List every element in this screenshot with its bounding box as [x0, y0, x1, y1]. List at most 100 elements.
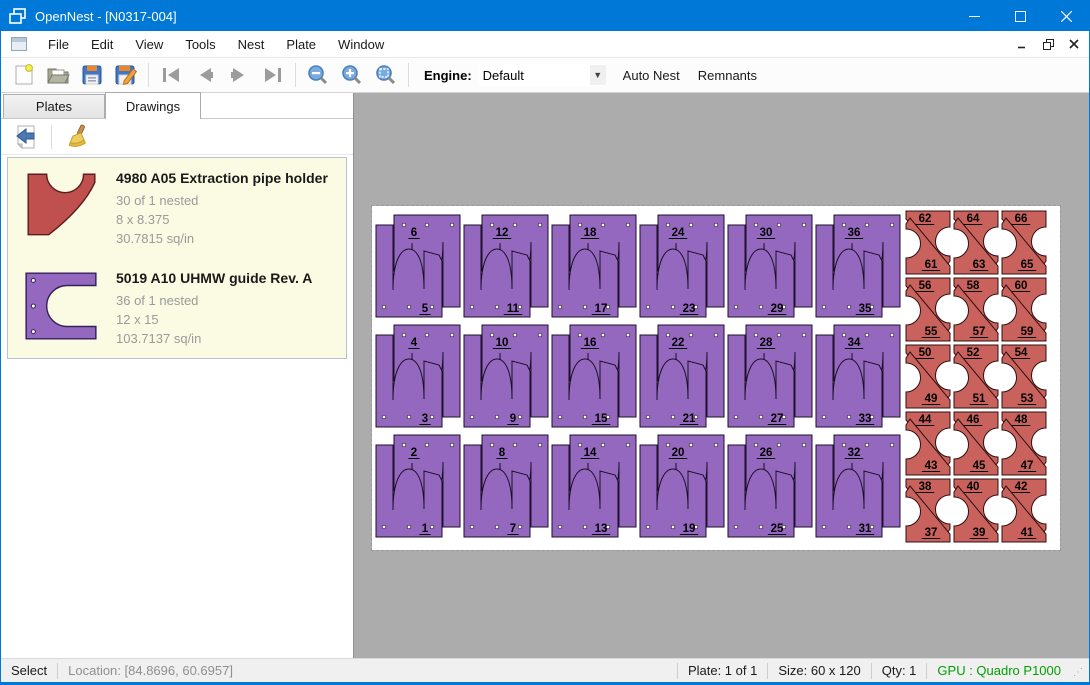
- purple-part-pair[interactable]: 3029: [728, 215, 812, 317]
- zoom-in-button[interactable]: [335, 60, 369, 90]
- svg-text:19: 19: [683, 523, 696, 535]
- purple-part-pair[interactable]: 109: [464, 325, 548, 427]
- svg-text:57: 57: [973, 326, 986, 338]
- status-mode: Select: [1, 663, 57, 678]
- new-file-button[interactable]: [7, 60, 41, 90]
- purple-part-pair[interactable]: 2423: [640, 215, 724, 317]
- go-first-button[interactable]: [154, 60, 188, 90]
- red-part-pair[interactable]: 4039: [954, 479, 998, 542]
- plate-sheet[interactable]: 6512111817242330293635431091615222128273…: [372, 206, 1060, 550]
- menu-view[interactable]: View: [124, 33, 174, 56]
- svg-text:36: 36: [848, 227, 861, 239]
- purple-part-pair[interactable]: 65: [376, 215, 460, 317]
- purple-part-pair[interactable]: 1817: [552, 215, 636, 317]
- svg-text:33: 33: [859, 413, 872, 425]
- purple-part-pair[interactable]: 3635: [816, 215, 900, 317]
- tab-drawings[interactable]: Drawings: [105, 92, 201, 119]
- purple-part-pair[interactable]: 21: [376, 435, 460, 537]
- svg-text:42: 42: [1015, 481, 1028, 493]
- purple-part-pair[interactable]: 2827: [728, 325, 812, 427]
- close-button[interactable]: [1043, 1, 1089, 31]
- minimize-button[interactable]: [951, 1, 997, 31]
- engine-value: Default: [483, 68, 524, 83]
- remnants-button[interactable]: Remnants: [689, 63, 766, 88]
- menu-window[interactable]: Window: [327, 33, 395, 56]
- svg-text:46: 46: [967, 414, 980, 426]
- menu-bar: File Edit View Tools Nest Plate Window: [1, 31, 1089, 57]
- go-last-button[interactable]: [256, 60, 290, 90]
- red-part-pair[interactable]: 6665: [1002, 211, 1046, 274]
- open-file-button[interactable]: [41, 60, 75, 90]
- menu-edit[interactable]: Edit: [80, 33, 124, 56]
- red-part-pair[interactable]: 4645: [954, 412, 998, 475]
- nested-parts-layout: 6512111817242330293635431091615222128273…: [372, 206, 1060, 550]
- purple-part-pair[interactable]: 43: [376, 325, 460, 427]
- purple-part-pair[interactable]: 87: [464, 435, 548, 537]
- drawing-item-pipe-holder[interactable]: 4980 A05 Extraction pipe holder 30 of 1 …: [8, 158, 346, 258]
- mdi-minimize-button[interactable]: [1011, 34, 1033, 54]
- engine-combobox[interactable]: Default ▼: [478, 64, 606, 86]
- maximize-button[interactable]: [997, 1, 1043, 31]
- menu-plate[interactable]: Plate: [275, 33, 327, 56]
- mdi-close-button[interactable]: [1063, 34, 1085, 54]
- drawing-size: 8 x 8.375: [116, 210, 328, 229]
- menu-file[interactable]: File: [37, 33, 80, 56]
- sidebar: Plates Drawings: [1, 93, 353, 658]
- save-button[interactable]: [75, 60, 109, 90]
- purple-part-pair[interactable]: 2019: [640, 435, 724, 537]
- go-previous-button[interactable]: [188, 60, 222, 90]
- purple-part-pair[interactable]: 3433: [816, 325, 900, 427]
- mdi-restore-button[interactable]: [1037, 34, 1059, 54]
- purple-part-pair[interactable]: 2221: [640, 325, 724, 427]
- svg-text:49: 49: [925, 393, 938, 405]
- red-part-pair[interactable]: 5453: [1002, 345, 1046, 408]
- red-part-pair[interactable]: 4241: [1002, 479, 1046, 542]
- broom-icon: [65, 124, 89, 150]
- go-next-button[interactable]: [222, 60, 256, 90]
- red-part-pair[interactable]: 6261: [906, 211, 950, 274]
- red-part-pair[interactable]: 5857: [954, 278, 998, 341]
- red-part-pair[interactable]: 4847: [1002, 412, 1046, 475]
- svg-text:55: 55: [925, 326, 938, 338]
- purple-part-pair[interactable]: 2625: [728, 435, 812, 537]
- purple-part-pair[interactable]: 3231: [816, 435, 900, 537]
- nest-canvas[interactable]: 6512111817242330293635431091615222128273…: [353, 93, 1089, 658]
- import-drawing-button[interactable]: [9, 122, 43, 152]
- clear-drawings-button[interactable]: [60, 122, 94, 152]
- svg-text:53: 53: [1021, 393, 1034, 405]
- zoom-out-button[interactable]: [301, 60, 335, 90]
- menu-nest[interactable]: Nest: [227, 33, 276, 56]
- red-part-pair[interactable]: 6059: [1002, 278, 1046, 341]
- app-logo-icon: [9, 8, 27, 24]
- purple-part-pair[interactable]: 1615: [552, 325, 636, 427]
- mdi-document-icon[interactable]: [11, 37, 27, 51]
- red-part-pair[interactable]: 4443: [906, 412, 950, 475]
- purple-part-pair[interactable]: 1413: [552, 435, 636, 537]
- status-plate: Plate: 1 of 1: [678, 663, 767, 678]
- chevron-down-icon[interactable]: ▼: [590, 65, 606, 85]
- red-part-pair[interactable]: 5251: [954, 345, 998, 408]
- zoom-extents-icon: [375, 64, 397, 86]
- red-part-pair[interactable]: 6463: [954, 211, 998, 274]
- svg-text:47: 47: [1021, 460, 1034, 472]
- resize-grip[interactable]: ⋰: [1073, 667, 1087, 681]
- toolbar-separator: [408, 63, 409, 87]
- tab-plates[interactable]: Plates: [3, 94, 105, 118]
- menu-tools[interactable]: Tools: [174, 33, 226, 56]
- window-title: OpenNest - [N0317-004]: [35, 9, 177, 24]
- red-part-pair[interactable]: 50 49: [906, 345, 950, 408]
- save-as-button[interactable]: [109, 60, 143, 90]
- status-gpu: GPU : Quadro P1000: [927, 663, 1071, 678]
- engine-label: Engine:: [424, 68, 472, 83]
- sidebar-tabs: Plates Drawings: [1, 93, 353, 119]
- svg-text:50: 50: [919, 347, 932, 359]
- red-part-pair[interactable]: 5655: [906, 278, 950, 341]
- new-file-icon: [13, 63, 35, 87]
- svg-text:11: 11: [507, 303, 520, 315]
- purple-part-pair[interactable]: 1211: [464, 215, 548, 317]
- go-last-icon: [262, 66, 284, 84]
- zoom-extents-button[interactable]: [369, 60, 403, 90]
- red-part-pair[interactable]: 3837: [906, 479, 950, 542]
- drawing-item-uhmw-guide[interactable]: 5019 A10 UHMW guide Rev. A 36 of 1 neste…: [8, 258, 346, 358]
- auto-nest-button[interactable]: Auto Nest: [614, 63, 689, 88]
